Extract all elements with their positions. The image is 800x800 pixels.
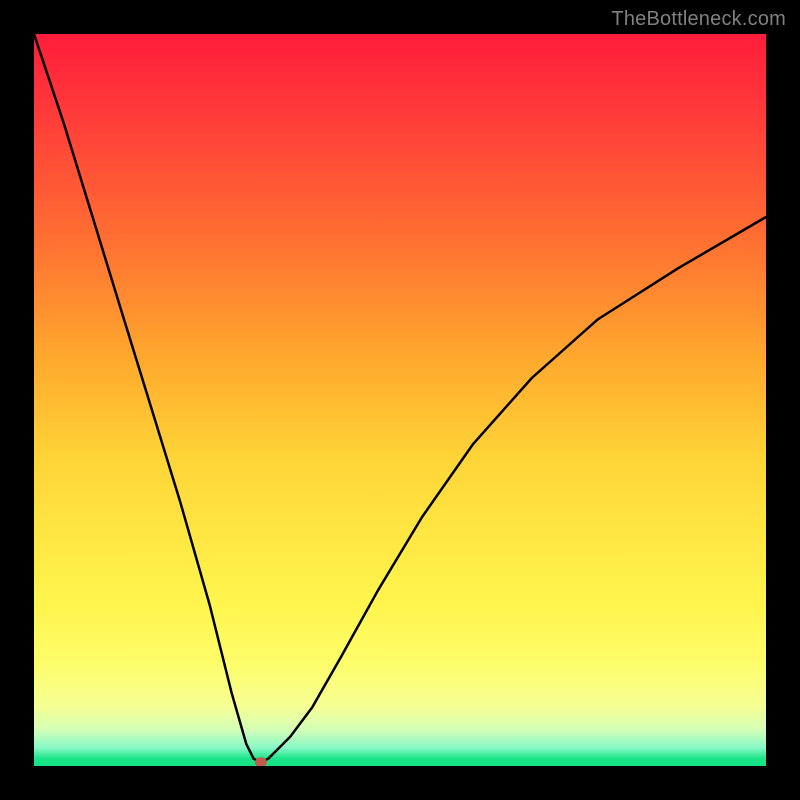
chart-frame: TheBottleneck.com <box>0 0 800 800</box>
plot-area <box>34 34 766 766</box>
min-marker <box>255 757 267 766</box>
watermark-text: TheBottleneck.com <box>611 8 786 31</box>
curve-path <box>34 34 766 762</box>
chart-svg <box>34 34 766 766</box>
